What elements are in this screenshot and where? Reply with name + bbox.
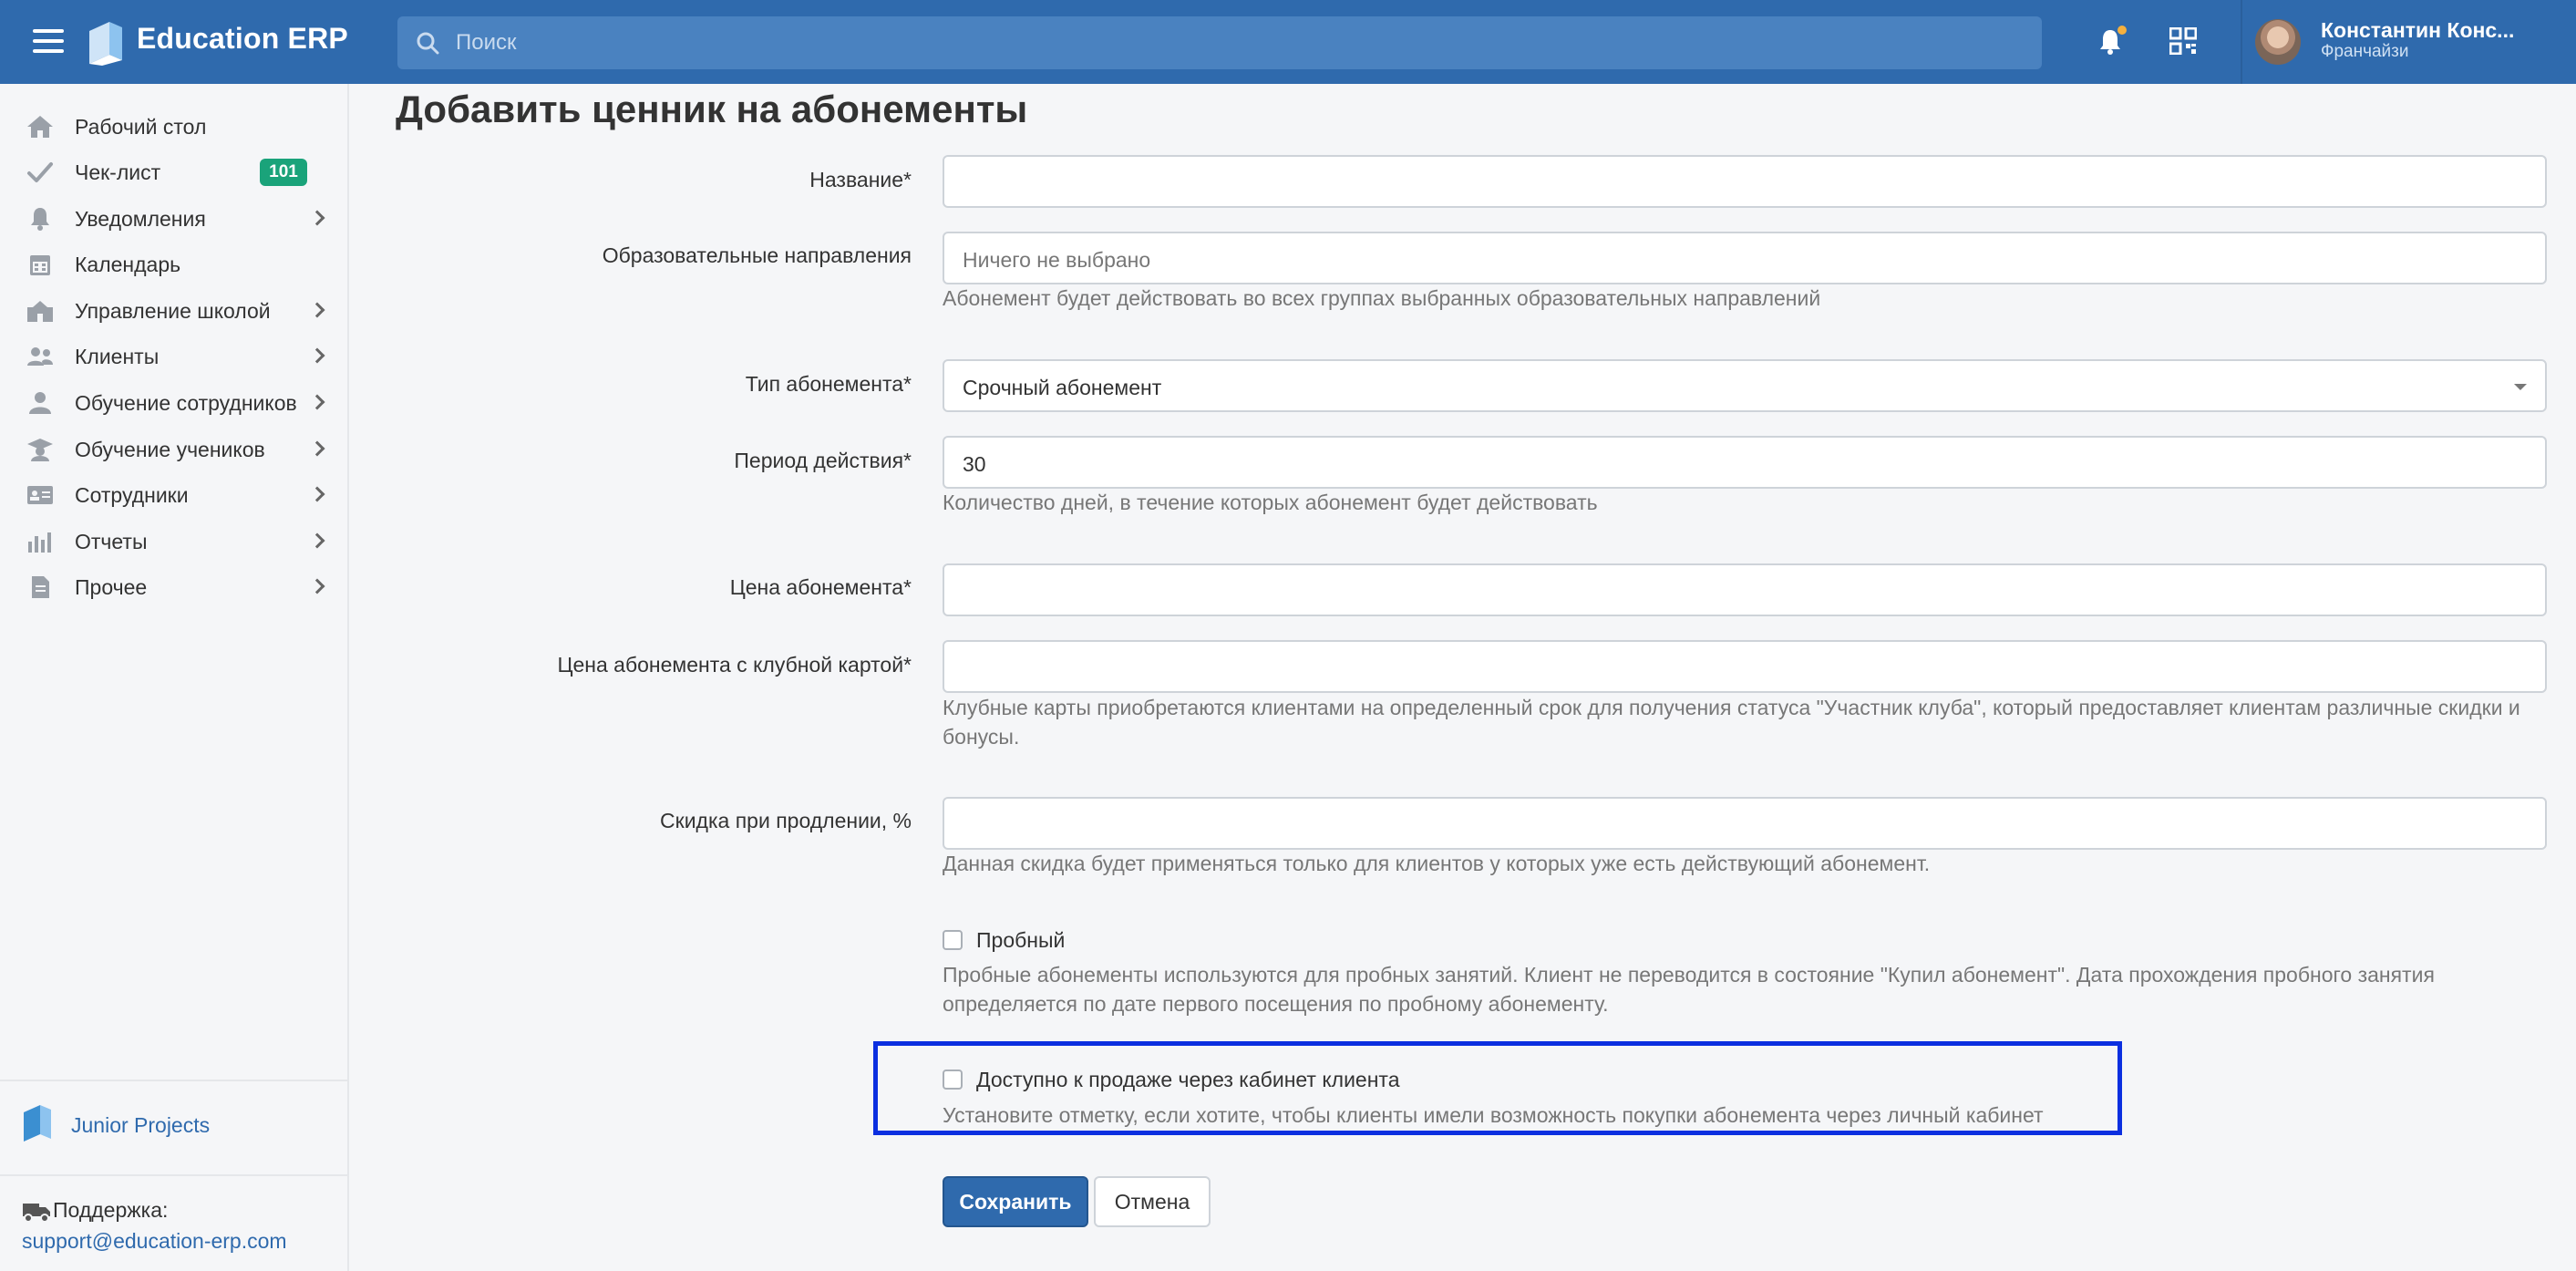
sidebar-item-label: Обучение учеников	[75, 438, 265, 461]
type-label: Тип абонемента*	[745, 372, 912, 396]
education-erp-logo-icon	[89, 22, 122, 66]
chevron-right-icon	[309, 302, 325, 318]
dropdown-caret-icon	[2514, 384, 2527, 390]
club-price-input[interactable]	[943, 640, 2547, 693]
club-price-label: Цена абонемента с клубной картой*	[557, 653, 912, 677]
sidebar-item-label: Календарь	[75, 253, 181, 276]
sidebar-item-label: Клиенты	[75, 345, 160, 368]
sidebar-item-label: Управление школой	[75, 299, 271, 323]
sidebar-item-label: Обучение сотрудников	[75, 391, 297, 415]
sidebar-item-label: Уведомления	[75, 207, 206, 231]
client-sale-help: Установите отметку, если хотите, чтобы к…	[943, 1103, 2044, 1127]
support-email-link[interactable]: support@education-erp.com	[22, 1229, 287, 1254]
sidebar-item-label: Сотрудники	[75, 483, 189, 507]
sidebar-item-label: Рабочий стол	[75, 115, 207, 139]
checkmark-icon	[27, 162, 53, 182]
company-link[interactable]: Junior Projects	[71, 1113, 210, 1138]
sidebar-item-school-management[interactable]: Управление школой	[0, 288, 347, 334]
id-card-icon	[27, 486, 53, 504]
support-label: Поддержка:	[53, 1198, 169, 1222]
directions-placeholder: Ничего не выбрано	[963, 248, 1151, 272]
sidebar-item-label: Прочее	[75, 575, 148, 599]
sidebar-item-label: Отчеты	[75, 530, 148, 553]
period-input[interactable]: 30	[943, 436, 2547, 489]
name-label: Название*	[809, 168, 912, 191]
chevron-right-icon	[309, 440, 325, 457]
menu-icon[interactable]	[33, 29, 64, 53]
user-avatar[interactable]	[2255, 19, 2301, 65]
qr-code-icon[interactable]	[2169, 27, 2197, 55]
calendar-icon	[30, 255, 50, 275]
save-button[interactable]: Сохранить	[943, 1176, 1088, 1227]
chevron-right-icon	[309, 578, 325, 594]
sidebar-item-student-training[interactable]: Обучение учеников	[0, 427, 347, 472]
checklist-count-badge: 101	[260, 159, 307, 186]
users-icon	[27, 347, 53, 366]
sidebar-item-label: Чек-лист	[75, 160, 161, 184]
sidebar-item-calendar[interactable]: Календарь	[0, 242, 347, 287]
sidebar-item-staff-training[interactable]: Обучение сотрудников	[0, 380, 347, 426]
price-label: Цена абонемента*	[729, 575, 912, 599]
top-bar: Education ERP Константин Конс... Франчай…	[0, 0, 2576, 84]
sidebar-item-other[interactable]: Прочее	[0, 564, 347, 610]
chevron-right-icon	[309, 486, 325, 502]
cancel-button[interactable]: Отмена	[1094, 1176, 1211, 1227]
staff-training-icon	[29, 392, 51, 414]
page-title: Добавить ценник на абонементы	[396, 88, 1028, 130]
graduation-cap-icon	[27, 439, 53, 461]
discount-input[interactable]	[943, 797, 2547, 850]
chevron-right-icon	[309, 347, 325, 364]
sidebar-divider	[0, 1174, 347, 1176]
chevron-right-icon	[309, 532, 325, 549]
sidebar-item-desktop[interactable]: Рабочий стол	[0, 104, 347, 150]
period-help: Количество дней, в течение которых абоне…	[943, 491, 1598, 514]
chevron-right-icon	[309, 394, 325, 410]
home-icon	[27, 116, 53, 138]
type-selected-value: Срочный абонемент	[963, 376, 1162, 399]
sidebar-item-reports[interactable]: Отчеты	[0, 519, 347, 564]
brand-name[interactable]: Education ERP	[137, 22, 348, 56]
truck-icon	[23, 1204, 50, 1223]
trial-checkbox-label[interactable]: Пробный	[976, 928, 1065, 953]
directions-multiselect[interactable]: Ничего не выбрано	[943, 232, 2547, 284]
discount-label: Скидка при продлении, %	[660, 809, 912, 832]
sidebar-divider	[0, 1080, 347, 1081]
search-input[interactable]	[456, 16, 2005, 69]
user-role: Франчайзи	[2321, 42, 2409, 61]
sidebar-item-notifications[interactable]: Уведомления	[0, 196, 347, 242]
notification-dot	[2117, 26, 2127, 35]
search-bar[interactable]	[397, 16, 2042, 69]
trial-help: Пробные абонементы используются для проб…	[943, 963, 2435, 1016]
name-input[interactable]	[943, 155, 2547, 208]
bell-icon	[31, 208, 49, 231]
period-label: Период действия*	[734, 449, 912, 472]
sidebar-item-checklist[interactable]: Чек-лист 101	[0, 150, 347, 195]
client-sale-checkbox[interactable]	[943, 1070, 963, 1090]
search-icon	[417, 32, 439, 55]
period-value: 30	[963, 452, 986, 476]
discount-help: Данная скидка будет применяться только д…	[943, 852, 1931, 875]
sidebar: Рабочий стол Чек-лист 101 Уведомления Ка…	[0, 84, 349, 1271]
bar-chart-icon	[28, 532, 51, 553]
club-price-help: Клубные карты приобретаются клиентами на…	[943, 696, 2520, 749]
chevron-right-icon	[309, 210, 325, 226]
sidebar-item-clients[interactable]: Клиенты	[0, 334, 347, 379]
sidebar-item-employees[interactable]: Сотрудники	[0, 472, 347, 518]
price-input[interactable]	[943, 563, 2547, 616]
user-name[interactable]: Константин Конс...	[2321, 18, 2514, 43]
client-sale-checkbox-label[interactable]: Доступно к продаже через кабинет клиента	[976, 1068, 1400, 1092]
school-icon	[27, 301, 53, 322]
header-divider	[2241, 0, 2242, 84]
directions-label: Образовательные направления	[602, 243, 912, 267]
type-select[interactable]: Срочный абонемент	[943, 359, 2547, 412]
document-icon	[32, 576, 49, 598]
directions-help: Абонемент будет действовать во всех груп…	[943, 286, 1821, 310]
junior-projects-logo-icon	[24, 1105, 51, 1142]
trial-checkbox[interactable]	[943, 930, 963, 950]
